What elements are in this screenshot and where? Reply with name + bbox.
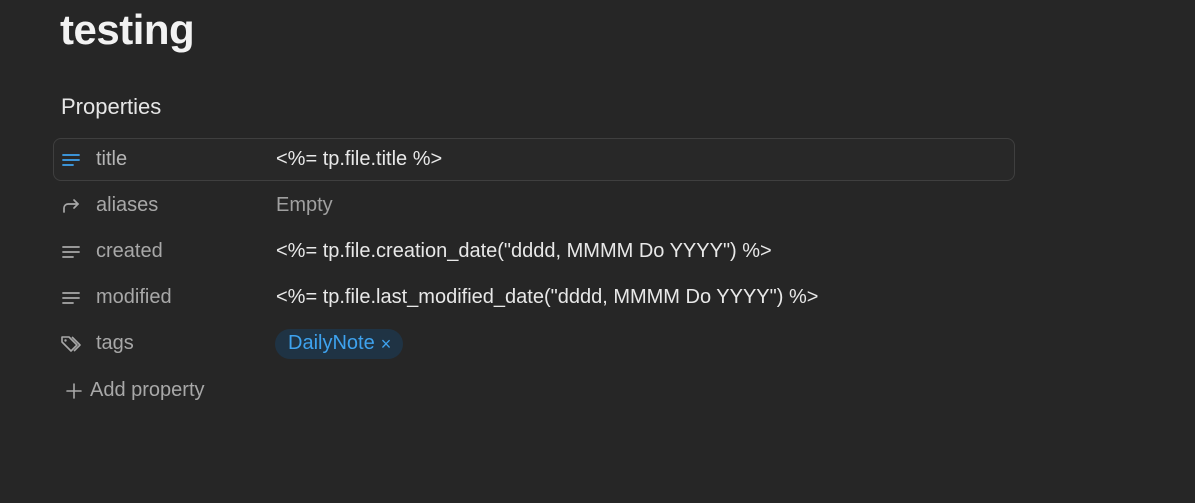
property-value-empty[interactable]: Empty (276, 194, 333, 217)
plus-icon (64, 381, 84, 401)
property-row-modified[interactable]: modified <%= tp.file.last_modified_date(… (53, 276, 1015, 319)
property-row-title[interactable]: title <%= tp.file.title %> (53, 138, 1015, 181)
add-property-label: Add property (90, 379, 205, 401)
text-lines-icon[interactable] (60, 287, 82, 309)
note-view: testing Properties title <%= tp.file.tit… (0, 0, 1195, 503)
property-row-created[interactable]: created <%= tp.file.creation_date("dddd,… (53, 230, 1015, 273)
property-key[interactable]: created (96, 240, 163, 263)
remove-tag-icon[interactable]: × (381, 335, 392, 353)
text-lines-icon[interactable] (60, 241, 82, 263)
tags-icon[interactable] (60, 333, 82, 355)
tag-label[interactable]: DailyNote (288, 332, 375, 355)
text-lines-icon[interactable] (60, 149, 82, 171)
forward-arrow-icon[interactable] (60, 195, 82, 217)
property-value[interactable]: <%= tp.file.title %> (276, 148, 442, 171)
property-key[interactable]: tags (96, 332, 134, 355)
property-key[interactable]: aliases (96, 194, 158, 217)
property-key[interactable]: modified (96, 286, 172, 309)
property-row-tags[interactable]: tags DailyNote × (53, 322, 1015, 365)
properties-list: title <%= tp.file.title %> aliases Empty (53, 138, 1015, 368)
tag-pill[interactable]: DailyNote × (275, 328, 404, 359)
property-value[interactable]: <%= tp.file.last_modified_date("dddd, MM… (276, 286, 818, 309)
property-value[interactable]: <%= tp.file.creation_date("dddd, MMMM Do… (276, 240, 772, 263)
property-row-aliases[interactable]: aliases Empty (53, 184, 1015, 227)
properties-heading[interactable]: Properties (61, 94, 161, 120)
add-property-button[interactable]: Add property (64, 379, 205, 402)
note-title[interactable]: testing (60, 6, 195, 54)
property-key[interactable]: title (96, 148, 127, 171)
